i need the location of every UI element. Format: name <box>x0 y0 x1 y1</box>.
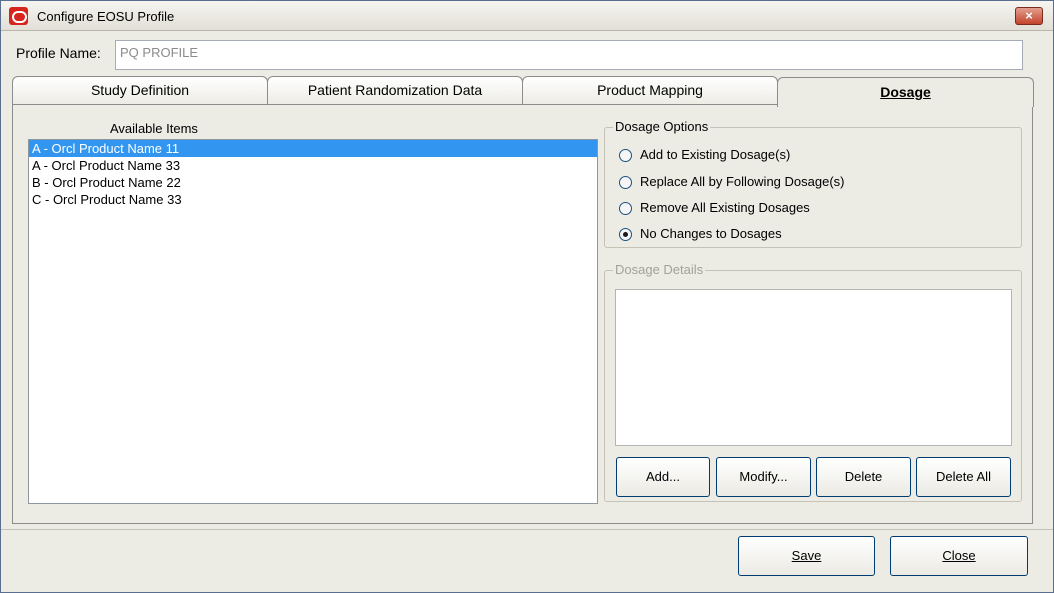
footer-divider <box>1 529 1053 530</box>
close-icon[interactable]: × <box>1015 7 1043 25</box>
dosage-details-title: Dosage Details <box>613 262 706 277</box>
configure-eosu-profile-window: Configure EOSU Profile × Profile Name: P… <box>0 0 1054 593</box>
list-item[interactable]: B - Orcl Product Name 22 <box>29 174 597 191</box>
available-items-list[interactable]: A - Orcl Product Name 11 A - Orcl Produc… <box>28 139 598 504</box>
available-items-label: Available Items <box>110 121 198 136</box>
radio-button-icon[interactable] <box>619 176 632 189</box>
profile-name-input[interactable]: PQ PROFILE <box>115 40 1023 70</box>
modify-dosage-button[interactable]: Modify... <box>716 457 811 497</box>
add-dosage-button[interactable]: Add... <box>616 457 710 497</box>
tab-study-definition[interactable]: Study Definition <box>12 76 268 105</box>
title-bar[interactable]: Configure EOSU Profile × <box>1 1 1053 31</box>
window-title: Configure EOSU Profile <box>37 9 175 24</box>
list-item[interactable]: A - Orcl Product Name 11 <box>29 140 597 157</box>
list-item[interactable]: A - Orcl Product Name 33 <box>29 157 597 174</box>
save-button[interactable]: Save <box>738 536 875 576</box>
radio-label: Add to Existing Dosage(s) <box>640 147 791 162</box>
dosage-details-group: Dosage Details Add... Modify... Delete D… <box>604 262 1022 502</box>
dosage-options-group: Dosage Options Add to Existing Dosage(s)… <box>604 119 1022 248</box>
dosage-details-list[interactable] <box>615 289 1012 446</box>
radio-label: Replace All by Following Dosage(s) <box>640 174 845 189</box>
radio-button-checked-icon[interactable] <box>619 228 632 241</box>
radio-button-icon[interactable] <box>619 202 632 215</box>
list-item[interactable]: C - Orcl Product Name 33 <box>29 191 597 208</box>
oracle-logo-icon <box>9 7 28 25</box>
dosage-options-title: Dosage Options <box>613 119 711 134</box>
tab-patient-randomization-data[interactable]: Patient Randomization Data <box>267 76 523 105</box>
close-button[interactable]: Close <box>890 536 1028 576</box>
profile-name-label: Profile Name: <box>16 45 101 61</box>
delete-all-dosages-button[interactable]: Delete All <box>916 457 1011 497</box>
tab-dosage[interactable]: Dosage <box>777 77 1034 107</box>
tab-product-mapping[interactable]: Product Mapping <box>522 76 778 105</box>
radio-label: Remove All Existing Dosages <box>640 200 810 215</box>
delete-dosage-button[interactable]: Delete <box>816 457 911 497</box>
radio-button-icon[interactable] <box>619 149 632 162</box>
radio-label: No Changes to Dosages <box>640 226 782 241</box>
